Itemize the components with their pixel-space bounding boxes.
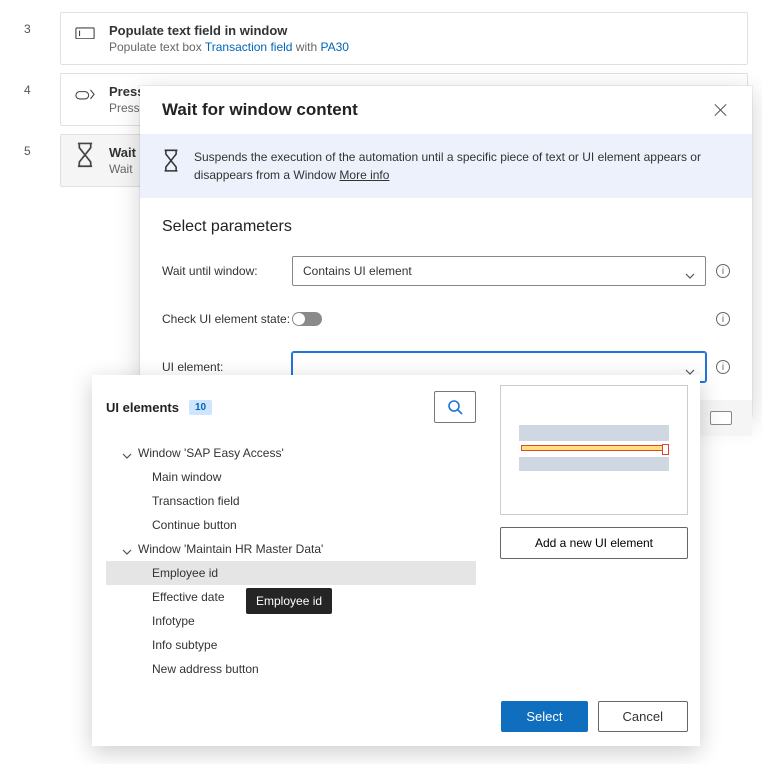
step-subtitle: Populate text box Transaction field with… bbox=[109, 40, 733, 54]
ui-elements-count-badge: 10 bbox=[189, 400, 212, 415]
tree-leaf-new-address-button[interactable]: New address button bbox=[106, 657, 476, 681]
wait-until-label: Wait until window: bbox=[162, 264, 292, 278]
tree-parent-sap-easy-access[interactable]: Window 'SAP Easy Access' bbox=[106, 441, 476, 465]
hourglass-icon bbox=[75, 147, 95, 163]
tree-leaf-main-window[interactable]: Main window bbox=[106, 465, 476, 489]
info-banner: Suspends the execution of the automation… bbox=[140, 134, 752, 198]
dialog-title: Wait for window content bbox=[162, 100, 358, 120]
wait-for-window-dialog: Wait for window content Suspends the exe… bbox=[140, 86, 752, 416]
tree-leaf-continue-button[interactable]: Continue button bbox=[106, 513, 476, 537]
ui-element-preview bbox=[500, 385, 688, 515]
chevron-down-icon bbox=[122, 448, 132, 458]
info-text: Suspends the execution of the automation… bbox=[194, 150, 701, 182]
tree-leaf-info-subtype[interactable]: Info subtype bbox=[106, 633, 476, 657]
wait-until-select[interactable]: Contains UI element bbox=[292, 256, 706, 286]
step-number: 4 bbox=[24, 83, 31, 97]
step-title: Populate text field in window bbox=[109, 23, 733, 38]
search-button[interactable] bbox=[434, 391, 476, 423]
hourglass-icon bbox=[162, 149, 180, 167]
ui-element-label: UI element: bbox=[162, 360, 292, 374]
ui-elements-popup: UI elements 10 Window 'SAP Easy Access' … bbox=[92, 375, 700, 746]
wait-until-value: Contains UI element bbox=[303, 264, 412, 278]
chevron-down-icon bbox=[685, 364, 695, 370]
step-number: 3 bbox=[24, 22, 31, 36]
step-row-3[interactable]: Populate text field in window Populate t… bbox=[60, 12, 748, 65]
info-icon[interactable]: i bbox=[716, 312, 730, 326]
info-icon[interactable]: i bbox=[716, 360, 730, 374]
cancel-button[interactable]: Cancel bbox=[598, 701, 688, 732]
ui-elements-heading: UI elements bbox=[106, 400, 179, 415]
check-state-label: Check UI element state: bbox=[162, 312, 292, 326]
button-press-icon bbox=[75, 86, 95, 102]
tree-leaf-employee-id[interactable]: Employee id bbox=[106, 561, 476, 585]
step-number: 5 bbox=[24, 144, 31, 158]
add-new-ui-element-button[interactable]: Add a new UI element bbox=[500, 527, 688, 559]
info-icon[interactable]: i bbox=[716, 264, 730, 278]
tooltip: Employee id bbox=[246, 588, 332, 614]
params-heading: Select parameters bbox=[162, 218, 730, 236]
link-transaction-field[interactable]: Transaction field bbox=[205, 40, 293, 54]
ui-elements-tree: Window 'SAP Easy Access' Main window Tra… bbox=[106, 441, 476, 681]
chevron-down-icon bbox=[122, 544, 132, 554]
link-pa30[interactable]: PA30 bbox=[320, 40, 348, 54]
variables-button-fragment[interactable] bbox=[710, 411, 732, 425]
more-info-link[interactable]: More info bbox=[339, 168, 389, 182]
tree-parent-maintain-hr[interactable]: Window 'Maintain HR Master Data' bbox=[106, 537, 476, 561]
check-state-toggle[interactable] bbox=[292, 312, 322, 326]
select-button[interactable]: Select bbox=[501, 701, 587, 732]
tree-leaf-transaction-field[interactable]: Transaction field bbox=[106, 489, 476, 513]
close-icon[interactable] bbox=[712, 101, 730, 119]
chevron-down-icon bbox=[685, 268, 695, 274]
textbox-icon bbox=[75, 25, 95, 41]
